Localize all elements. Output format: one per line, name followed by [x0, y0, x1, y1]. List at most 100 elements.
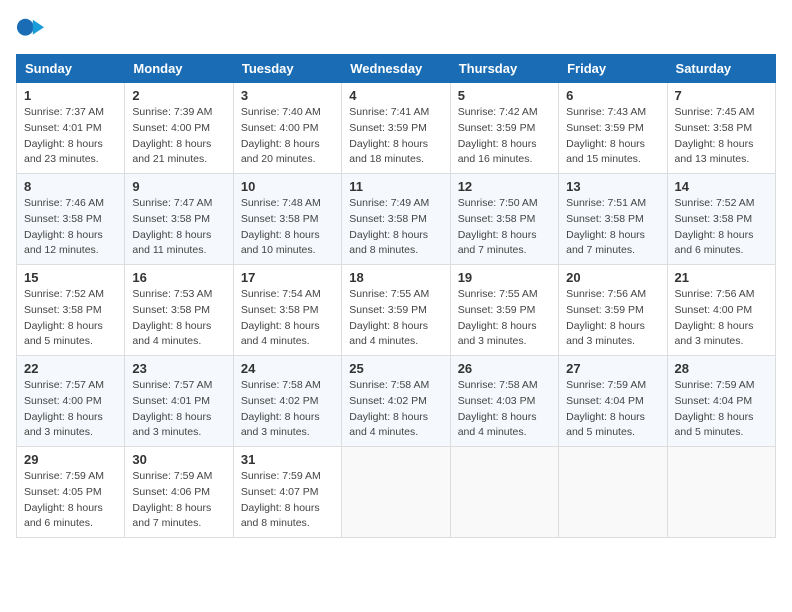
calendar-day-cell — [667, 447, 775, 538]
calendar-week-row: 29 Sunrise: 7:59 AM Sunset: 4:05 PM Dayl… — [17, 447, 776, 538]
day-number: 12 — [458, 179, 551, 194]
calendar-day-cell: 10 Sunrise: 7:48 AM Sunset: 3:58 PM Dayl… — [233, 174, 341, 265]
day-number: 24 — [241, 361, 334, 376]
calendar-day-cell: 17 Sunrise: 7:54 AM Sunset: 3:58 PM Dayl… — [233, 265, 341, 356]
day-number: 19 — [458, 270, 551, 285]
calendar-day-cell: 18 Sunrise: 7:55 AM Sunset: 3:59 PM Dayl… — [342, 265, 450, 356]
calendar-day-cell: 2 Sunrise: 7:39 AM Sunset: 4:00 PM Dayli… — [125, 83, 233, 174]
logo — [16, 16, 48, 44]
day-info: Sunrise: 7:47 AM Sunset: 3:58 PM Dayligh… — [132, 196, 225, 259]
day-info: Sunrise: 7:52 AM Sunset: 3:58 PM Dayligh… — [24, 287, 117, 350]
weekday-header: Wednesday — [342, 55, 450, 83]
day-number: 20 — [566, 270, 659, 285]
calendar-week-row: 8 Sunrise: 7:46 AM Sunset: 3:58 PM Dayli… — [17, 174, 776, 265]
day-info: Sunrise: 7:57 AM Sunset: 4:01 PM Dayligh… — [132, 378, 225, 441]
day-info: Sunrise: 7:59 AM Sunset: 4:04 PM Dayligh… — [675, 378, 768, 441]
day-number: 15 — [24, 270, 117, 285]
day-info: Sunrise: 7:48 AM Sunset: 3:58 PM Dayligh… — [241, 196, 334, 259]
calendar-day-cell: 20 Sunrise: 7:56 AM Sunset: 3:59 PM Dayl… — [559, 265, 667, 356]
calendar-day-cell: 29 Sunrise: 7:59 AM Sunset: 4:05 PM Dayl… — [17, 447, 125, 538]
calendar-day-cell: 19 Sunrise: 7:55 AM Sunset: 3:59 PM Dayl… — [450, 265, 558, 356]
day-number: 1 — [24, 88, 117, 103]
day-number: 23 — [132, 361, 225, 376]
day-info: Sunrise: 7:51 AM Sunset: 3:58 PM Dayligh… — [566, 196, 659, 259]
calendar-day-cell — [342, 447, 450, 538]
calendar-day-cell: 31 Sunrise: 7:59 AM Sunset: 4:07 PM Dayl… — [233, 447, 341, 538]
day-info: Sunrise: 7:55 AM Sunset: 3:59 PM Dayligh… — [458, 287, 551, 350]
day-number: 25 — [349, 361, 442, 376]
calendar-day-cell: 21 Sunrise: 7:56 AM Sunset: 4:00 PM Dayl… — [667, 265, 775, 356]
day-number: 4 — [349, 88, 442, 103]
calendar-day-cell: 4 Sunrise: 7:41 AM Sunset: 3:59 PM Dayli… — [342, 83, 450, 174]
day-number: 2 — [132, 88, 225, 103]
day-info: Sunrise: 7:52 AM Sunset: 3:58 PM Dayligh… — [675, 196, 768, 259]
day-info: Sunrise: 7:40 AM Sunset: 4:00 PM Dayligh… — [241, 105, 334, 168]
calendar-day-cell — [559, 447, 667, 538]
day-number: 30 — [132, 452, 225, 467]
day-info: Sunrise: 7:54 AM Sunset: 3:58 PM Dayligh… — [241, 287, 334, 350]
weekday-header: Thursday — [450, 55, 558, 83]
day-info: Sunrise: 7:56 AM Sunset: 3:59 PM Dayligh… — [566, 287, 659, 350]
day-info: Sunrise: 7:59 AM Sunset: 4:07 PM Dayligh… — [241, 469, 334, 532]
day-number: 9 — [132, 179, 225, 194]
calendar-day-cell: 7 Sunrise: 7:45 AM Sunset: 3:58 PM Dayli… — [667, 83, 775, 174]
day-info: Sunrise: 7:58 AM Sunset: 4:03 PM Dayligh… — [458, 378, 551, 441]
logo-icon — [16, 16, 44, 44]
calendar-day-cell: 11 Sunrise: 7:49 AM Sunset: 3:58 PM Dayl… — [342, 174, 450, 265]
day-number: 13 — [566, 179, 659, 194]
day-info: Sunrise: 7:59 AM Sunset: 4:04 PM Dayligh… — [566, 378, 659, 441]
day-number: 5 — [458, 88, 551, 103]
calendar-day-cell: 9 Sunrise: 7:47 AM Sunset: 3:58 PM Dayli… — [125, 174, 233, 265]
day-info: Sunrise: 7:58 AM Sunset: 4:02 PM Dayligh… — [349, 378, 442, 441]
calendar-week-row: 22 Sunrise: 7:57 AM Sunset: 4:00 PM Dayl… — [17, 356, 776, 447]
day-number: 22 — [24, 361, 117, 376]
day-number: 18 — [349, 270, 442, 285]
day-number: 3 — [241, 88, 334, 103]
day-number: 14 — [675, 179, 768, 194]
day-info: Sunrise: 7:43 AM Sunset: 3:59 PM Dayligh… — [566, 105, 659, 168]
calendar-header-row: SundayMondayTuesdayWednesdayThursdayFrid… — [17, 55, 776, 83]
weekday-header: Friday — [559, 55, 667, 83]
calendar-day-cell: 24 Sunrise: 7:58 AM Sunset: 4:02 PM Dayl… — [233, 356, 341, 447]
calendar-day-cell: 1 Sunrise: 7:37 AM Sunset: 4:01 PM Dayli… — [17, 83, 125, 174]
calendar-day-cell: 25 Sunrise: 7:58 AM Sunset: 4:02 PM Dayl… — [342, 356, 450, 447]
day-info: Sunrise: 7:37 AM Sunset: 4:01 PM Dayligh… — [24, 105, 117, 168]
day-info: Sunrise: 7:59 AM Sunset: 4:06 PM Dayligh… — [132, 469, 225, 532]
day-info: Sunrise: 7:49 AM Sunset: 3:58 PM Dayligh… — [349, 196, 442, 259]
calendar-day-cell: 23 Sunrise: 7:57 AM Sunset: 4:01 PM Dayl… — [125, 356, 233, 447]
calendar-day-cell: 27 Sunrise: 7:59 AM Sunset: 4:04 PM Dayl… — [559, 356, 667, 447]
day-number: 16 — [132, 270, 225, 285]
day-info: Sunrise: 7:53 AM Sunset: 3:58 PM Dayligh… — [132, 287, 225, 350]
day-number: 17 — [241, 270, 334, 285]
calendar-day-cell: 26 Sunrise: 7:58 AM Sunset: 4:03 PM Dayl… — [450, 356, 558, 447]
calendar-day-cell — [450, 447, 558, 538]
day-info: Sunrise: 7:42 AM Sunset: 3:59 PM Dayligh… — [458, 105, 551, 168]
weekday-header: Monday — [125, 55, 233, 83]
page-header — [16, 16, 776, 44]
calendar-day-cell: 22 Sunrise: 7:57 AM Sunset: 4:00 PM Dayl… — [17, 356, 125, 447]
weekday-header: Saturday — [667, 55, 775, 83]
calendar-day-cell: 13 Sunrise: 7:51 AM Sunset: 3:58 PM Dayl… — [559, 174, 667, 265]
day-number: 31 — [241, 452, 334, 467]
day-info: Sunrise: 7:46 AM Sunset: 3:58 PM Dayligh… — [24, 196, 117, 259]
calendar-day-cell: 30 Sunrise: 7:59 AM Sunset: 4:06 PM Dayl… — [125, 447, 233, 538]
day-number: 6 — [566, 88, 659, 103]
day-info: Sunrise: 7:50 AM Sunset: 3:58 PM Dayligh… — [458, 196, 551, 259]
calendar-day-cell: 3 Sunrise: 7:40 AM Sunset: 4:00 PM Dayli… — [233, 83, 341, 174]
day-info: Sunrise: 7:45 AM Sunset: 3:58 PM Dayligh… — [675, 105, 768, 168]
calendar-day-cell: 14 Sunrise: 7:52 AM Sunset: 3:58 PM Dayl… — [667, 174, 775, 265]
calendar-day-cell: 15 Sunrise: 7:52 AM Sunset: 3:58 PM Dayl… — [17, 265, 125, 356]
calendar-week-row: 1 Sunrise: 7:37 AM Sunset: 4:01 PM Dayli… — [17, 83, 776, 174]
day-info: Sunrise: 7:41 AM Sunset: 3:59 PM Dayligh… — [349, 105, 442, 168]
day-number: 10 — [241, 179, 334, 194]
day-number: 26 — [458, 361, 551, 376]
calendar-day-cell: 6 Sunrise: 7:43 AM Sunset: 3:59 PM Dayli… — [559, 83, 667, 174]
day-info: Sunrise: 7:57 AM Sunset: 4:00 PM Dayligh… — [24, 378, 117, 441]
weekday-header: Sunday — [17, 55, 125, 83]
calendar-day-cell: 5 Sunrise: 7:42 AM Sunset: 3:59 PM Dayli… — [450, 83, 558, 174]
calendar-day-cell: 8 Sunrise: 7:46 AM Sunset: 3:58 PM Dayli… — [17, 174, 125, 265]
calendar-week-row: 15 Sunrise: 7:52 AM Sunset: 3:58 PM Dayl… — [17, 265, 776, 356]
day-number: 7 — [675, 88, 768, 103]
calendar-table: SundayMondayTuesdayWednesdayThursdayFrid… — [16, 54, 776, 538]
weekday-header: Tuesday — [233, 55, 341, 83]
